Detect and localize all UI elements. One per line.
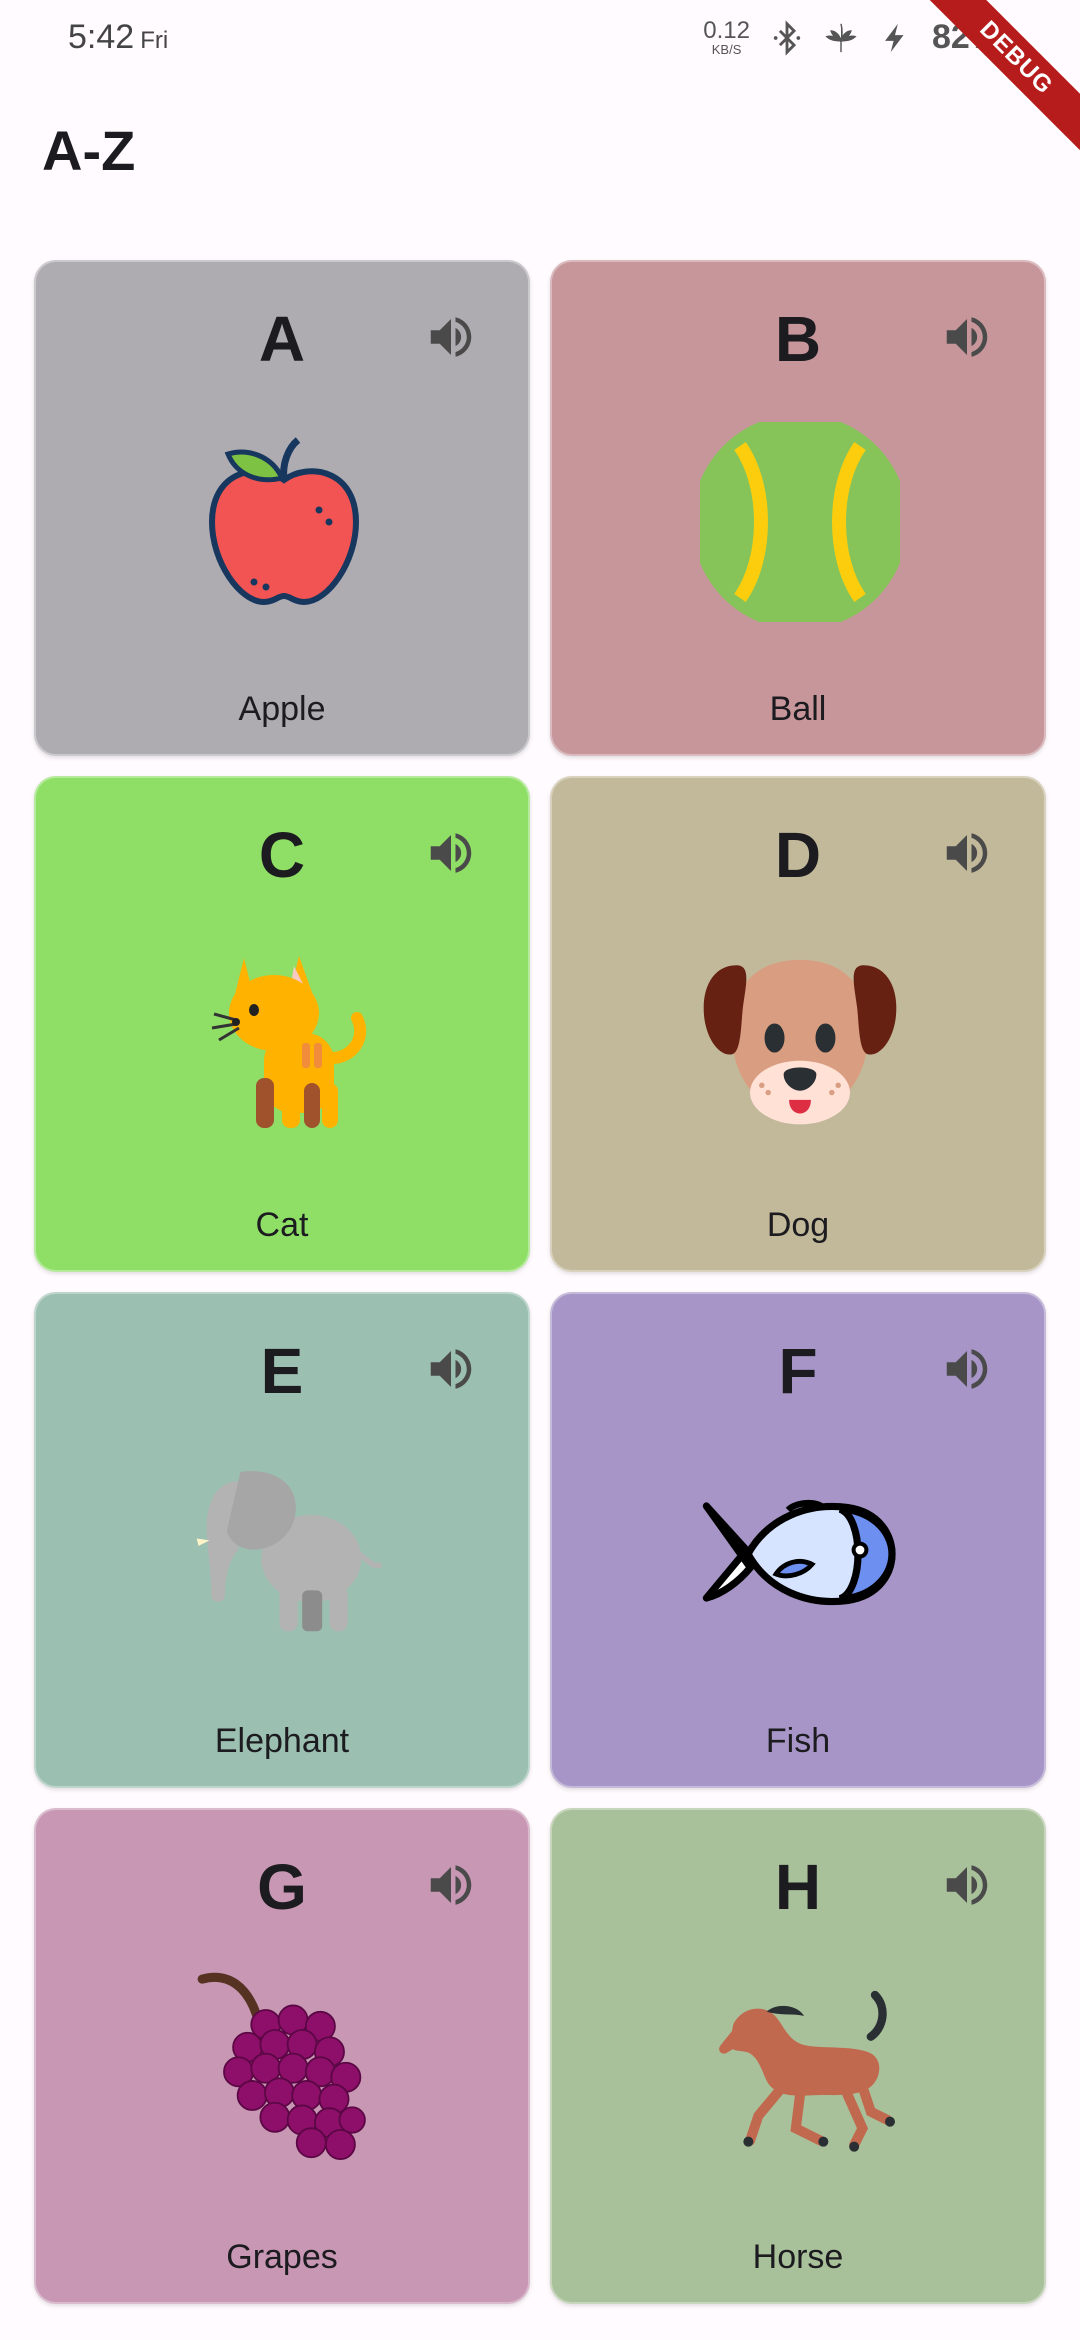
card-word: Ball <box>769 690 827 728</box>
speaker-button[interactable] <box>424 826 478 880</box>
dog-icon <box>703 959 897 1125</box>
card-image <box>184 1970 384 2170</box>
grapes-icon <box>197 1972 366 2160</box>
network-speed: 0.12 KB/S <box>703 17 750 57</box>
elephant-icon <box>196 1471 383 1632</box>
fish-icon <box>702 1500 896 1606</box>
speaker-button[interactable] <box>424 1858 478 1912</box>
status-bar: 5:42 Fri 0.12 KB/S 82% <box>0 0 1080 80</box>
card-image <box>184 422 384 622</box>
volume-icon <box>946 317 988 357</box>
letter-card-c[interactable]: C Cat <box>34 776 530 1272</box>
volume-icon <box>946 1865 988 1905</box>
volume-icon <box>946 833 988 873</box>
card-word: Cat <box>255 1206 309 1244</box>
card-word: Fish <box>765 1722 831 1760</box>
status-icons: 0.12 KB/S 82% <box>703 18 1000 57</box>
card-word: Dog <box>766 1206 830 1244</box>
volume-icon <box>430 1349 472 1389</box>
battery-percent: 82% <box>931 18 1000 56</box>
volume-icon <box>946 1349 988 1389</box>
page-title: A-Z <box>42 119 136 182</box>
status-time: 5:42 Fri <box>68 18 168 57</box>
speaker-button[interactable] <box>424 310 478 364</box>
card-image <box>700 422 900 622</box>
volume-icon <box>430 1865 472 1905</box>
apple-icon <box>208 437 360 606</box>
card-word: Apple <box>238 690 326 728</box>
letter-card-f[interactable]: F Fish <box>550 1292 1046 1788</box>
bluetooth-icon <box>773 19 801 56</box>
card-image <box>184 1454 384 1654</box>
alphabet-grid: A Apple B Ball C Cat D Dog E Elephant F … <box>34 260 1046 2304</box>
cat-icon <box>211 956 367 1128</box>
leaf-icon <box>825 23 857 52</box>
volume-icon <box>430 317 472 357</box>
card-word: Elephant <box>214 1722 350 1760</box>
letter-card-e[interactable]: E Elephant <box>34 1292 530 1788</box>
volume-icon <box>430 833 472 873</box>
network-speed-unit: KB/S <box>711 42 742 57</box>
speaker-button[interactable] <box>940 1342 994 1396</box>
speaker-button[interactable] <box>424 1342 478 1396</box>
card-word: Horse <box>752 2238 844 2276</box>
letter-card-a[interactable]: A Apple <box>34 260 530 756</box>
letter-card-g[interactable]: G Grapes <box>34 1808 530 2304</box>
network-speed-value: 0.12 <box>703 17 750 44</box>
ball-icon <box>700 422 900 622</box>
letter-card-b[interactable]: B Ball <box>550 260 1046 756</box>
card-image <box>184 938 384 1138</box>
status-day: Fri <box>140 27 169 54</box>
card-image <box>700 1970 900 2170</box>
charging-icon <box>885 23 904 52</box>
speaker-button[interactable] <box>940 1858 994 1912</box>
speaker-button[interactable] <box>940 826 994 880</box>
status-time-value: 5:42 <box>68 18 135 56</box>
horse-icon <box>719 1990 895 2152</box>
card-image <box>700 938 900 1138</box>
card-image <box>700 1454 900 1654</box>
card-word: Grapes <box>226 2238 338 2276</box>
letter-card-h[interactable]: H Horse <box>550 1808 1046 2304</box>
speaker-button[interactable] <box>940 310 994 364</box>
letter-card-d[interactable]: D Dog <box>550 776 1046 1272</box>
